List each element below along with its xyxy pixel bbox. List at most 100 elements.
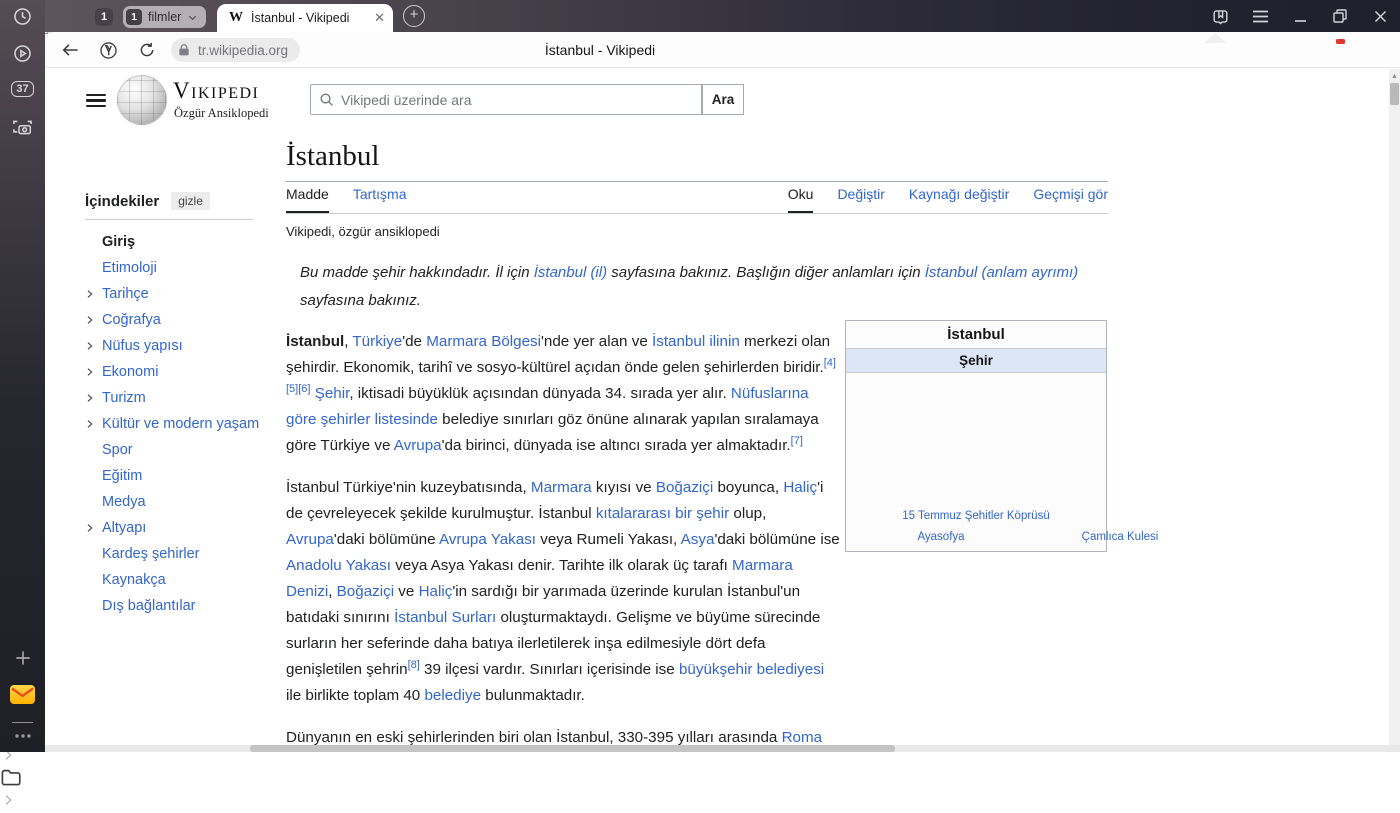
- wiki-link[interactable]: Türkiye: [352, 333, 402, 350]
- active-tab[interactable]: W İstanbul - Vikipedi ✕: [217, 4, 393, 32]
- article-tab[interactable]: Oku: [788, 186, 814, 213]
- chevron-right-icon[interactable]: [85, 341, 98, 351]
- wiki-link[interactable]: İstanbul (il): [534, 264, 607, 281]
- wiki-link[interactable]: kıtalararası bir şehir: [596, 505, 729, 522]
- tab-close-icon[interactable]: ✕: [374, 10, 385, 26]
- wiki-link[interactable]: Boğaziçi: [337, 583, 394, 600]
- page-horizontal-scrollbar[interactable]: [45, 745, 1400, 752]
- chevron-right-icon[interactable]: [0, 795, 16, 812]
- bookmarks-panel-icon[interactable]: [1200, 0, 1240, 32]
- toc-item[interactable]: Giriş: [85, 229, 285, 255]
- rail-more-icon[interactable]: [0, 729, 45, 743]
- wiki-link[interactable]: Haliç: [783, 479, 817, 496]
- chevron-right-icon[interactable]: [85, 367, 98, 377]
- article-tab[interactable]: Değiştir: [837, 186, 884, 213]
- toc-item[interactable]: Etimoloji: [85, 255, 285, 281]
- reference-link[interactable]: [8]: [408, 659, 420, 671]
- toc-item[interactable]: Kültür ve modern yaşam: [85, 411, 285, 437]
- chevron-down-icon[interactable]: [187, 12, 198, 23]
- vertical-scrollbar-thumb[interactable]: [1390, 83, 1399, 105]
- chevron-right-icon[interactable]: [85, 315, 98, 325]
- tab-counter-badge[interactable]: 37: [0, 81, 45, 97]
- wikipedia-globe-logo[interactable]: [117, 75, 167, 125]
- media-play-icon[interactable]: [0, 44, 45, 63]
- chevron-right-icon[interactable]: [85, 393, 98, 403]
- screenshot-icon[interactable]: [0, 118, 45, 137]
- toc-item[interactable]: Tarihçe: [85, 281, 285, 307]
- tab-group-count-badge: 1: [126, 9, 142, 25]
- wiki-menu-icon[interactable]: [86, 90, 106, 111]
- history-icon[interactable]: [0, 7, 45, 26]
- toc-item-label: Dış bağlantılar: [102, 598, 196, 614]
- browser-menu-icon[interactable]: [1240, 0, 1280, 32]
- toc-item-label: Giriş: [102, 234, 135, 250]
- collapsed-tab-group-badge[interactable]: 1: [95, 8, 113, 26]
- toc-hide-button[interactable]: gizle: [171, 192, 210, 210]
- article-tab[interactable]: Kaynağı değiştir: [909, 186, 1009, 213]
- toc-item[interactable]: Nüfus yapısı: [85, 333, 285, 359]
- wiki-link[interactable]: İstanbul (anlam ayrımı): [925, 264, 1078, 281]
- toc-item[interactable]: Ekonomi: [85, 359, 285, 385]
- toc-item-label: Etimoloji: [102, 260, 157, 276]
- scroll-up-arrow[interactable]: ▲: [1391, 73, 1398, 80]
- chevron-right-icon[interactable]: [85, 289, 98, 299]
- wiki-link[interactable]: Boğaziçi: [656, 479, 713, 496]
- wiki-link[interactable]: İstanbul Surları: [394, 609, 496, 626]
- toc-item[interactable]: Spor: [85, 437, 285, 463]
- chevron-right-icon[interactable]: [0, 750, 16, 767]
- toc-item[interactable]: Dış bağlantılar: [85, 593, 285, 619]
- horizontal-scrollbar-thumb[interactable]: [250, 745, 895, 752]
- article-tab[interactable]: Madde: [286, 186, 329, 213]
- table-of-contents: İçindekiler gizle GirişEtimolojiTarihçeC…: [85, 192, 285, 619]
- toc-item-label: Turizm: [102, 390, 146, 406]
- yandex-mail-icon[interactable]: [0, 683, 45, 706]
- wiki-link[interactable]: Haliç: [419, 583, 453, 600]
- toc-item[interactable]: Kardeş şehirler: [85, 541, 285, 567]
- wiki-link[interactable]: Şehir: [315, 385, 350, 402]
- caption-ayasofya[interactable]: Ayasofya: [853, 531, 1029, 543]
- rail-divider: [12, 722, 33, 723]
- wiki-search-button[interactable]: Ara: [702, 84, 744, 115]
- wiki-link[interactable]: büyükşehir belediyesi: [679, 661, 824, 678]
- wiki-link[interactable]: Avrupa: [394, 437, 442, 454]
- panel-pointer-notch: [1204, 33, 1226, 43]
- wiki-link[interactable]: Marmara: [531, 479, 592, 496]
- caption-bridge[interactable]: 15 Temmuz Şehitler Köprüsü: [853, 510, 1099, 522]
- toc-item[interactable]: Altyapı: [85, 515, 285, 541]
- wiki-link[interactable]: Asya: [681, 531, 715, 548]
- restore-button[interactable]: [1320, 0, 1360, 32]
- caption-tower[interactable]: Çamlıca Kulesi: [1032, 531, 1208, 543]
- tab-group-filmler[interactable]: 1 filmler: [123, 6, 206, 28]
- photo-bosphorus-bridge[interactable]: [853, 381, 1099, 507]
- favorites-folder-item[interactable]: [0, 768, 1400, 813]
- wiki-link[interactable]: Avrupa Yakası: [439, 531, 536, 548]
- article-tab[interactable]: Geçmişi gör: [1033, 186, 1108, 213]
- chevron-right-icon[interactable]: [85, 419, 98, 429]
- new-tab-button[interactable]: +: [403, 5, 425, 27]
- close-button[interactable]: [1360, 0, 1400, 32]
- toc-item[interactable]: Kaynakça: [85, 567, 285, 593]
- article-tab[interactable]: Tartışma: [353, 186, 407, 213]
- toc-item-label: Tarihçe: [102, 286, 149, 302]
- toc-item[interactable]: Medya: [85, 489, 285, 515]
- tab-group-label: filmler: [148, 10, 181, 24]
- minimize-button[interactable]: [1280, 0, 1320, 32]
- wiki-link[interactable]: Marmara Bölgesi: [426, 333, 541, 350]
- wiki-link[interactable]: Anadolu Yakası: [286, 557, 391, 574]
- wikipedia-wordmark[interactable]: Vikipedi: [173, 78, 259, 104]
- chevron-right-icon[interactable]: [85, 523, 98, 533]
- reference-link[interactable]: [7]: [791, 435, 803, 447]
- wiki-search-box[interactable]: [310, 84, 702, 115]
- toc-item[interactable]: Eğitim: [85, 463, 285, 489]
- infobox-title: İstanbul: [846, 321, 1106, 349]
- toc-item-label: Ekonomi: [102, 364, 158, 380]
- wiki-link[interactable]: Avrupa: [286, 531, 334, 548]
- page-vertical-scrollbar[interactable]: ▲: [1389, 69, 1400, 745]
- wiki-link[interactable]: İstanbul ilinin: [652, 333, 740, 350]
- add-panel-icon[interactable]: [0, 648, 45, 668]
- toc-item[interactable]: Turizm: [85, 385, 285, 411]
- toc-item[interactable]: Coğrafya: [85, 307, 285, 333]
- infobox-type: Şehir: [846, 349, 1106, 373]
- wiki-link[interactable]: belediye: [424, 687, 481, 704]
- wiki-search-input[interactable]: [341, 92, 671, 108]
